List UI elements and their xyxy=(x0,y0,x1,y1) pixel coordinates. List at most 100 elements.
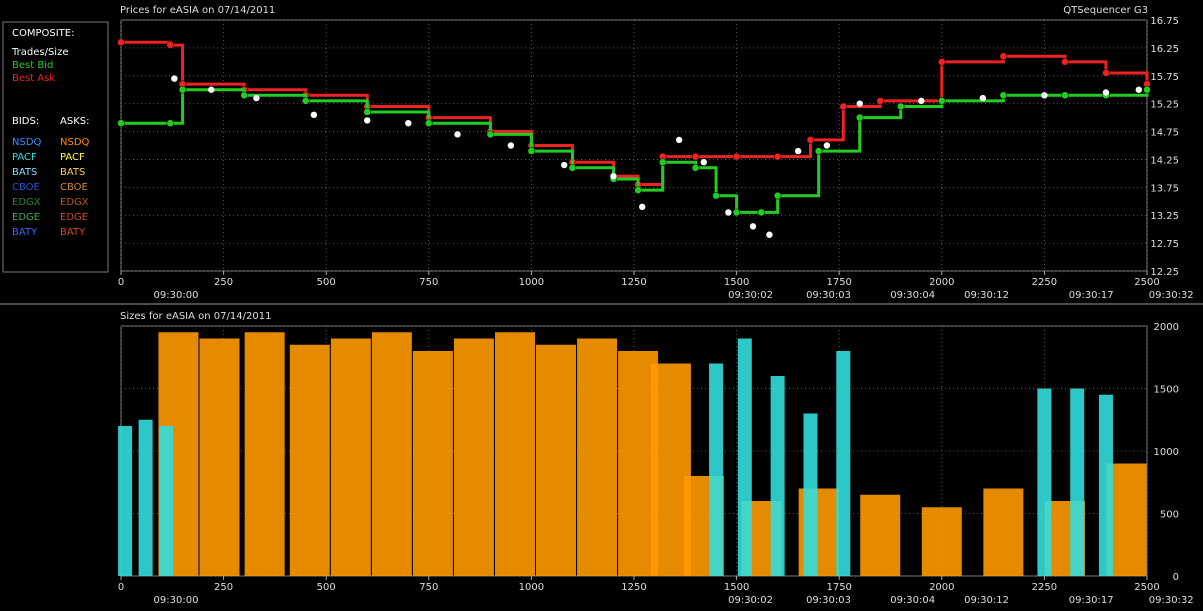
size-chart-title: Sizes for eASIA on 07/14/2011 xyxy=(120,311,271,322)
legend-bid-exchange: CBOE xyxy=(12,182,40,193)
trade-point xyxy=(766,231,773,238)
size-bar xyxy=(536,344,577,576)
legend-composite-item: Trades/Size xyxy=(11,47,68,58)
legend-bid-exchange: BATS xyxy=(12,167,37,178)
legend-composite-title: COMPOSITE: xyxy=(12,28,74,39)
y-tick-label: 16.75 xyxy=(1150,16,1179,27)
time-label: 09:30:03 xyxy=(806,290,851,301)
quote-point xyxy=(166,119,174,127)
x-tick-label: 0 xyxy=(118,582,124,593)
quote-point xyxy=(1061,91,1069,100)
legend-asks-header: ASKS: xyxy=(60,116,89,127)
trade-point xyxy=(749,223,757,230)
size-bar xyxy=(577,338,618,576)
plot-frame xyxy=(120,19,1148,272)
quote-point xyxy=(757,208,765,217)
y-tick-label: 13.25 xyxy=(1150,211,1179,222)
size-bar xyxy=(330,338,371,576)
size-bar xyxy=(921,507,962,576)
size-bar xyxy=(737,338,752,576)
quote-point xyxy=(117,119,125,127)
quote-point xyxy=(876,97,884,105)
trade-point xyxy=(364,117,371,124)
quote-point xyxy=(425,119,433,127)
y-tick-label: 1000 xyxy=(1154,447,1179,458)
x-tick-label: 1250 xyxy=(621,582,646,593)
legend-bid-exchange: EDGE xyxy=(12,212,40,223)
y-tick-label: 2000 xyxy=(1154,322,1179,333)
time-label: 09:30:12 xyxy=(964,595,1009,606)
trade-point xyxy=(454,131,461,138)
quote-point xyxy=(773,191,782,200)
quote-point xyxy=(855,113,864,122)
trade-point xyxy=(918,97,925,105)
quote-point xyxy=(240,91,248,100)
price-chart-title: Prices for eASIA on 07/14/2011 xyxy=(120,5,275,16)
x-tick-label: 250 xyxy=(214,277,233,288)
legend-ask-exchange: BATY xyxy=(60,227,86,238)
y-tick-label: 14.75 xyxy=(1150,128,1179,139)
trade-point xyxy=(253,94,260,102)
size-bar xyxy=(770,376,785,576)
app-title: QTSequencer G3 xyxy=(1063,5,1148,16)
time-label: 09:30:02 xyxy=(728,290,773,301)
size-bar xyxy=(1037,388,1052,576)
price-plot: 16.75 16.25 15.75 15.25 14.75 14.25 13.75 13.25… xyxy=(117,16,1194,301)
legend-ask-exchange: NSDQ xyxy=(60,137,90,148)
x-tick-label: 1500 xyxy=(724,277,749,288)
x-tick-label: 0 xyxy=(118,277,124,288)
size-bar xyxy=(494,332,535,576)
x-tick-label: 1000 xyxy=(519,582,544,593)
size-bar xyxy=(1098,394,1113,576)
legend-bid-exchange: PACF xyxy=(12,152,37,163)
time-label: 09:30:04 xyxy=(890,290,935,301)
quote-point xyxy=(1143,85,1151,94)
quote-point xyxy=(486,130,495,139)
quote-point xyxy=(938,58,946,66)
trade-point xyxy=(700,159,707,166)
x-tick-label: 500 xyxy=(317,582,336,593)
trade-point xyxy=(507,142,515,149)
x-tick-label: 2500 xyxy=(1134,277,1159,288)
quote-point xyxy=(658,158,667,166)
x-tick-label: 500 xyxy=(317,277,336,288)
trade-point xyxy=(1135,86,1142,93)
y-tick-label: 13.75 xyxy=(1150,183,1179,194)
trade-point xyxy=(823,142,831,149)
trade-point xyxy=(561,161,568,169)
time-label: 09:30:02 xyxy=(728,595,773,606)
trade-point xyxy=(794,147,802,155)
quote-point xyxy=(999,52,1008,61)
legend-composite-item: Best Ask xyxy=(12,73,55,84)
legend-composite-item: Best Bid xyxy=(12,60,53,71)
legend-bid-exchange: BATY xyxy=(12,227,38,238)
trade-point xyxy=(675,136,683,144)
quote-point xyxy=(999,91,1008,100)
quote-point xyxy=(732,152,741,161)
trade-point xyxy=(610,172,617,180)
size-bar xyxy=(159,426,174,576)
x-tick-label: 2250 xyxy=(1032,582,1057,593)
size-bar xyxy=(836,351,851,576)
chart-canvas: COMPOSITE: Trades/Size Best Bid Best Ask BID… xyxy=(0,5,1203,606)
x-tick-label: 1750 xyxy=(826,582,851,593)
quote-point xyxy=(117,38,125,47)
trade-point xyxy=(979,94,987,102)
quote-point xyxy=(166,41,174,49)
quote-point xyxy=(691,164,700,172)
quote-point xyxy=(527,147,536,155)
time-label: 09:30:17 xyxy=(1069,595,1114,606)
quote-point xyxy=(712,191,720,200)
size-bar xyxy=(453,338,494,576)
x-tick-label: 750 xyxy=(419,582,438,593)
y-tick-label: 16.25 xyxy=(1150,44,1179,55)
x-tick-label: 2000 xyxy=(929,582,954,593)
x-tick-label: 1500 xyxy=(724,582,749,593)
size-bar xyxy=(1070,388,1085,576)
size-bar xyxy=(118,426,133,576)
quote-point xyxy=(691,152,700,161)
legend-bid-exchange: NSDQ xyxy=(12,137,42,148)
quote-point xyxy=(806,136,815,144)
size-bar xyxy=(860,494,901,576)
quote-point xyxy=(814,147,823,155)
